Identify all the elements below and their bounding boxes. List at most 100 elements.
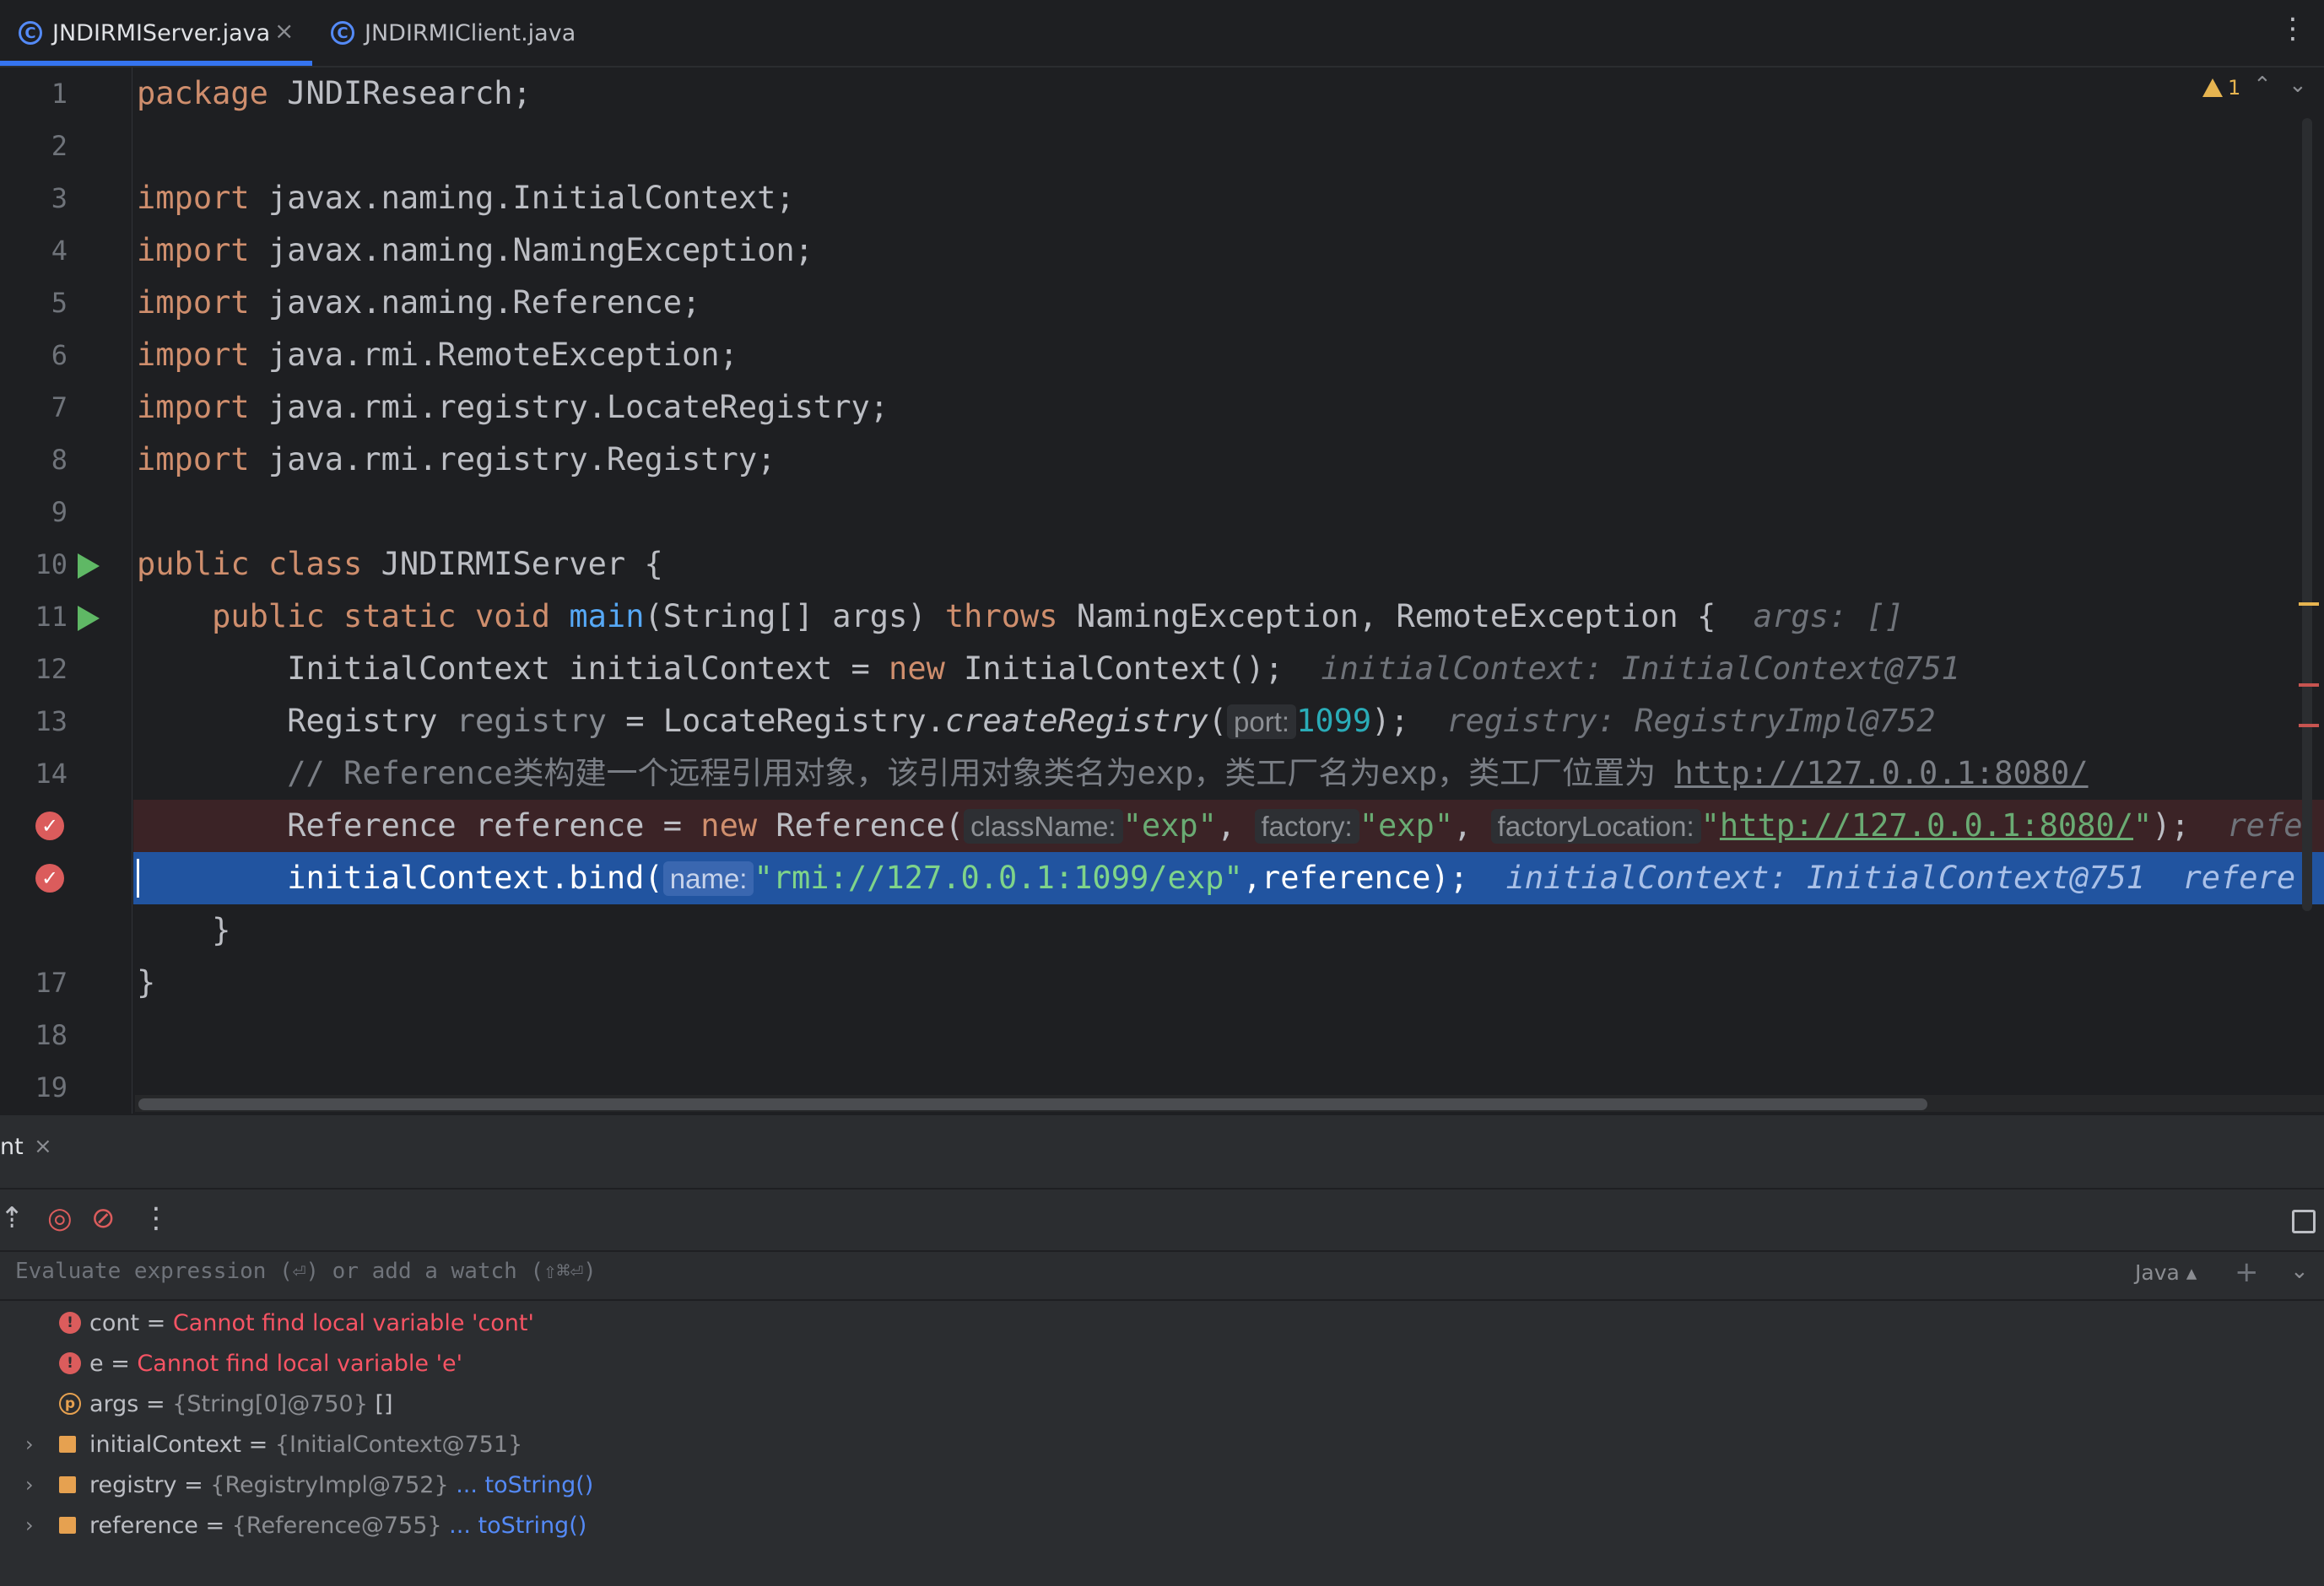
code-text: javax.naming.NamingException; [249, 232, 813, 268]
layout-icon[interactable] [2292, 1210, 2316, 1233]
inline-debug-value: initialContext: InitialContext@751 [1505, 860, 2145, 896]
watch-expression-bar[interactable]: Evaluate expression (⏎) or add a watch (… [0, 1252, 2324, 1301]
tostring-link[interactable]: ... toString() [449, 1472, 593, 1498]
active-tab-indicator [0, 61, 312, 66]
inline-debug-value: initialContext: InitialContext@751 [1321, 650, 1960, 687]
keyword: import [137, 232, 250, 268]
chevron-right-icon[interactable]: › [25, 1432, 34, 1456]
code-line-6: import java.rmi.RemoteException; [137, 329, 738, 381]
code-text: javax.naming.InitialContext; [249, 180, 795, 216]
keyword: import [137, 180, 250, 216]
code-text: } [212, 912, 231, 948]
code-editor[interactable]: 1 2 3 4 5 6 7 8 9 10 11 12 13 14 17 18 1… [0, 67, 2324, 1114]
code-text: ); [1371, 703, 1409, 739]
code-text: initialContext.bind( [287, 860, 663, 896]
keyword: new [889, 650, 945, 687]
run-gutter-icon[interactable] [78, 553, 100, 579]
string-link[interactable]: http://127.0.0.1:8080/ [1720, 807, 2133, 844]
code-line-11: public static void main(String[] args) t… [137, 591, 1904, 643]
line-number: 7 [51, 391, 68, 423]
language-label: Java [2135, 1260, 2180, 1285]
variable-extra: [] [367, 1390, 393, 1417]
code-line-13: Registry registry = LocateRegistry.creat… [137, 695, 1936, 747]
variable-text: initialContext = {InitialContext@751} [89, 1432, 522, 1458]
code-text: JNDIRMIServer { [362, 546, 663, 582]
code-line-3: import javax.naming.InitialContext; [137, 172, 795, 224]
line-number: 10 [35, 548, 68, 580]
tab-jndirmiclient[interactable]: C JNDIRMIClient.java [331, 0, 576, 66]
comment-link[interactable]: http://127.0.0.1:8080/ [1674, 755, 2088, 791]
error-icon: ! [59, 1352, 81, 1374]
equals: = [139, 1309, 173, 1336]
string-literal: "rmi://127.0.0.1:1099/exp" [754, 860, 1243, 896]
code-line-4: import javax.naming.NamingException; [137, 224, 813, 277]
variable-text: args = {String[0]@750} [] [89, 1391, 393, 1417]
add-watch-icon[interactable]: + [2235, 1255, 2259, 1289]
field-icon [59, 1436, 76, 1453]
equals: = [138, 1390, 173, 1417]
chevron-up-icon[interactable]: ⌃ [2253, 73, 2272, 98]
inline-debug-value: refe [2227, 807, 2303, 844]
vertical-scrollbar[interactable] [2302, 118, 2312, 911]
more-options-icon[interactable]: ⋮ [2278, 12, 2307, 46]
variable-error: Cannot find local variable 'e' [137, 1350, 463, 1377]
code-line-17: } [137, 904, 230, 957]
inline-debug-value: refere [2182, 860, 2296, 896]
chevron-down-icon[interactable]: ⌄ [2289, 73, 2307, 98]
variable-name: cont [89, 1309, 140, 1336]
code-text: ( [1208, 703, 1228, 739]
line-number: 18 [35, 1019, 68, 1051]
code-text: java.rmi.registry.Registry; [249, 441, 776, 477]
upload-icon[interactable]: ⇡ [0, 1201, 24, 1235]
close-icon[interactable]: × [274, 17, 294, 45]
breakpoint-icon[interactable]: ✓ [35, 864, 64, 893]
watch-expression-input[interactable]: Evaluate expression (⏎) or add a watch (… [15, 1259, 597, 1284]
variable-name: registry [89, 1471, 177, 1498]
code-line-14: // Reference类构建一个远程引用对象，该引用对象类名为exp，类工厂名… [137, 747, 2088, 800]
equals: = [197, 1512, 232, 1539]
debug-tab-row: nt × [0, 1115, 2324, 1190]
code-text: InitialContext(); [944, 650, 1284, 687]
keyword: class [268, 546, 363, 582]
tostring-link[interactable]: ... toString() [442, 1513, 586, 1539]
tab-label: JNDIRMIClient.java [365, 19, 576, 46]
string-literal: "exp" [1359, 807, 1454, 844]
language-selector[interactable]: Java ▴ [2135, 1260, 2197, 1285]
close-icon[interactable]: × [34, 1134, 52, 1159]
editor-gutter[interactable]: 1 2 3 4 5 6 7 8 9 10 11 12 13 14 17 18 1… [0, 67, 132, 1114]
horizontal-scrollbar[interactable] [138, 1098, 1927, 1110]
variable-text: e = Cannot find local variable 'e' [89, 1351, 462, 1377]
code-text: java.rmi.RemoteException; [249, 337, 738, 373]
view-breakpoints-icon[interactable]: ◎ [47, 1201, 73, 1235]
parameter-icon: p [59, 1393, 81, 1415]
more-options-icon[interactable]: ⋮ [142, 1201, 170, 1235]
chevron-right-icon[interactable]: › [25, 1473, 34, 1497]
unused-variable: registry [456, 703, 607, 739]
keyword: import [137, 441, 250, 477]
tab-jndirmiserver[interactable]: C JNDIRMIServer.java [19, 0, 270, 66]
keyword: package [137, 75, 268, 111]
debug-session-tab[interactable]: nt [0, 1134, 24, 1160]
warnings-indicator[interactable]: 1 [2202, 76, 2240, 100]
variable-value: {Reference@755} [231, 1512, 442, 1539]
number-literal: 1099 [1296, 703, 1372, 739]
editor-tab-bar: C JNDIRMIServer.java × C JNDIRMIClient.j… [0, 0, 2324, 67]
code-line-7: import java.rmi.registry.LocateRegistry; [137, 381, 889, 434]
static-method: createRegistry [944, 703, 1208, 739]
code-text: = LocateRegistry. [606, 703, 945, 739]
keyword: import [137, 337, 250, 373]
equals: = [241, 1431, 275, 1458]
code-text: NamingException, RemoteException { [1057, 598, 1716, 634]
variable-text: registry = {RegistryImpl@752} ... toStri… [89, 1472, 593, 1498]
warning-icon [2202, 78, 2223, 97]
breakpoint-stripe [2299, 683, 2319, 687]
chevron-right-icon[interactable]: › [25, 1513, 34, 1537]
error-icon: ! [59, 1312, 81, 1334]
code-comment: // Reference类构建一个远程引用对象，该引用对象类名为exp，类工厂名… [287, 755, 1675, 791]
chevron-down-icon[interactable]: ⌄ [2290, 1259, 2309, 1284]
run-gutter-icon[interactable] [78, 606, 100, 631]
breakpoint-icon[interactable]: ✓ [35, 812, 64, 840]
mute-breakpoints-icon[interactable]: ⊘ [91, 1201, 116, 1235]
code-line-1: package JNDIResearch; [137, 67, 532, 120]
variable-name: reference [89, 1512, 198, 1539]
